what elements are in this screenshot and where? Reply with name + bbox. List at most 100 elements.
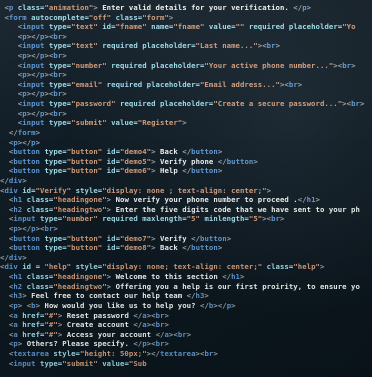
code-token-value: "Sub bbox=[128, 358, 147, 368]
code-line: <input type="number" required placeholde… bbox=[0, 61, 372, 71]
code-token-value: "form" bbox=[142, 12, 169, 22]
code-token-tag: br bbox=[271, 214, 281, 224]
code-line: <h2 class="headingtwo"> Offering you a h… bbox=[0, 282, 372, 292]
code-token-text: Access your account bbox=[62, 329, 156, 339]
code-line: <h3> Feel free to contact our help team … bbox=[0, 291, 372, 301]
code-token-value: "#" bbox=[44, 329, 58, 339]
code-token-value: "text" bbox=[71, 22, 98, 32]
code-line: <form autocomplete="off" class="form"> bbox=[0, 13, 372, 23]
code-token-value: "demo7" bbox=[120, 233, 152, 243]
code-editor-screen: <p class="animation"> Enter valid detail… bbox=[0, 0, 372, 377]
code-token-bracket: </ bbox=[31, 108, 41, 118]
code-line: <p></p><br> bbox=[0, 89, 372, 99]
code-token-value: "button" bbox=[66, 156, 103, 166]
code-token-text: Enter the five digits code that we have … bbox=[111, 204, 360, 214]
code-line: <div id="Verify" style="display: none ; … bbox=[0, 186, 372, 196]
code-token-attr: type= bbox=[44, 41, 72, 51]
code-token-attr: class= bbox=[22, 272, 54, 282]
code-area[interactable]: <p class="animation"> Enter valid detail… bbox=[0, 3, 372, 368]
code-token-tag: br bbox=[177, 329, 187, 339]
code-token-attr: name= bbox=[146, 22, 174, 32]
code-line: <h1 class="headingone"> Welcome to this … bbox=[0, 272, 372, 282]
code-token-bracket: > bbox=[266, 185, 272, 195]
code-token-text: How would you like us to help you? bbox=[40, 300, 201, 310]
code-token-attr: type= bbox=[44, 79, 72, 89]
code-token-value: "number" bbox=[62, 214, 98, 224]
code-line: <input type="email" required placeholder… bbox=[0, 80, 372, 90]
code-token-bracket: > bbox=[217, 166, 223, 176]
code-token-tag: button bbox=[191, 147, 218, 157]
code-token-attr: class= bbox=[13, 3, 45, 12]
code-token-tag: div bbox=[8, 252, 23, 262]
code-token-value: "headingtwo" bbox=[53, 281, 107, 291]
code-line: <a href="#"> Access your account </a><br… bbox=[0, 330, 372, 340]
code-token-text: Welcome to this section bbox=[111, 272, 223, 282]
code-token-attr: id= bbox=[102, 243, 121, 253]
code-token-bracket: > bbox=[217, 243, 223, 253]
code-token-value: "demo8" bbox=[120, 243, 152, 253]
code-token-bracket: </ bbox=[31, 70, 41, 80]
code-token-tag: button bbox=[226, 156, 254, 166]
code-token-value: "text" bbox=[71, 41, 98, 51]
code-token-attr: class= bbox=[22, 204, 54, 214]
code-token-text: Help bbox=[155, 166, 183, 176]
code-token-tag: input bbox=[22, 79, 45, 89]
code-token-attr: style= bbox=[71, 185, 103, 195]
code-token-attr: type= bbox=[40, 243, 67, 253]
code-token-bracket: > bbox=[53, 224, 58, 234]
code-token-tag: button bbox=[13, 156, 41, 166]
code-token-tag: button bbox=[13, 147, 41, 157]
code-line: </div> bbox=[0, 253, 372, 263]
code-token-bracket: > bbox=[62, 31, 67, 41]
code-token-attr: id = bbox=[17, 262, 45, 272]
code-line: <input type="text" id="fname" name="fnam… bbox=[0, 22, 372, 32]
code-token-text: Offering you a help is our first proirit… bbox=[111, 281, 360, 291]
code-line: <button type="button" id="demo7"> Verify… bbox=[0, 234, 372, 244]
code-token-tag: button bbox=[13, 233, 41, 243]
code-token-bracket: > bbox=[319, 262, 325, 272]
code-token-attr: type= bbox=[35, 358, 63, 368]
code-token-value: "headingone" bbox=[53, 272, 107, 282]
code-token-text: Back bbox=[155, 243, 183, 253]
code-token-tag: br bbox=[53, 108, 63, 118]
code-token-bracket: > bbox=[62, 51, 67, 61]
code-token-tag: div bbox=[8, 175, 23, 185]
code-token-attr: required placeholder= bbox=[106, 60, 205, 70]
code-line: <button type="button" id="demo4"> Back <… bbox=[0, 147, 372, 157]
code-token-value: "#" bbox=[44, 320, 58, 330]
code-token-tag: br bbox=[351, 99, 360, 109]
code-token-bracket: > bbox=[62, 108, 67, 118]
code-token-attr: type= bbox=[40, 147, 67, 157]
code-line: <p></p><br> bbox=[0, 224, 372, 234]
code-line: <h2 class="headingtwo"> Enter the five d… bbox=[0, 205, 372, 215]
code-token-bracket: > bbox=[62, 89, 67, 99]
code-token-value: "button" bbox=[66, 233, 103, 243]
code-token-attr: type= bbox=[44, 118, 72, 128]
code-token-attr: value= bbox=[97, 358, 129, 368]
code-token-bracket: > bbox=[164, 339, 169, 349]
code-token-bracket: > bbox=[253, 156, 258, 166]
code-token-bracket: > bbox=[359, 99, 365, 109]
code-token-value: "help" bbox=[44, 262, 72, 272]
code-token-attr: id= bbox=[102, 166, 121, 176]
code-token-bracket: > bbox=[231, 300, 236, 310]
code-token-tag: button bbox=[200, 233, 227, 243]
code-line: <p class="animation"> Enter valid detail… bbox=[0, 3, 372, 13]
code-token-attr: id= bbox=[97, 22, 116, 32]
code-token-tag: h2 bbox=[13, 204, 23, 214]
code-token-value: "Your active phone number..." bbox=[204, 60, 334, 70]
code-token-bracket: > bbox=[164, 310, 169, 320]
code-token-bracket: > bbox=[280, 214, 285, 224]
code-token-bracket: > bbox=[35, 137, 41, 147]
code-token-attr: type= bbox=[35, 214, 63, 224]
